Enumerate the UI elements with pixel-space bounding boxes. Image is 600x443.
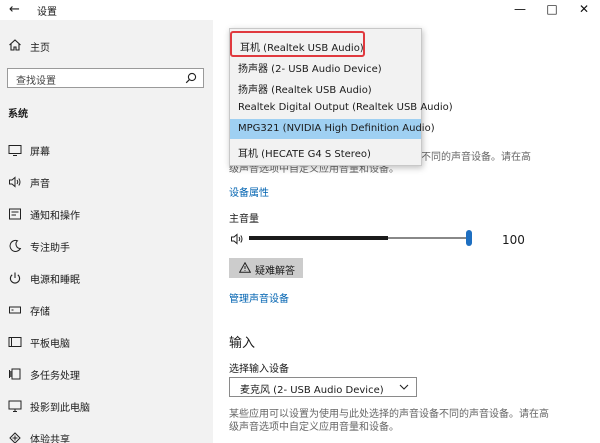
chevron-down-icon xyxy=(399,384,409,390)
slider-thumb[interactable] xyxy=(466,230,472,246)
dropdown-option-label: 耳机 (Realtek USB Audio) xyxy=(240,43,364,54)
input-description-line1: 某些应用可以设置为使用与此处选择的声音设备不同的声音设备。请在高 xyxy=(229,409,549,420)
sidebar-item-label: 专注助手 xyxy=(30,243,70,254)
dropdown-option[interactable]: 耳机 (Realtek USB Audio) xyxy=(230,31,365,57)
title-bar: ← 设置 — □ ✕ xyxy=(0,0,600,20)
minimize-button[interactable]: — xyxy=(504,0,536,20)
sidebar-item-label: 声音 xyxy=(30,179,50,190)
app-title: 设置 xyxy=(37,7,57,18)
sidebar-item-label: 屏幕 xyxy=(30,147,50,158)
dropdown-option[interactable]: 扬声器 (Realtek USB Audio) xyxy=(230,77,421,97)
display-icon xyxy=(8,145,22,156)
sidebar-item-label: 存储 xyxy=(30,307,50,318)
dropdown-option-label: 耳机 (HECATE G4 S Stereo) xyxy=(238,149,371,160)
input-heading: 输入 xyxy=(229,336,256,351)
sidebar-item-label: 主页 xyxy=(30,43,50,54)
dropdown-option[interactable]: 耳机 (HECATE G4 S Stereo) xyxy=(230,141,421,161)
sidebar-item-project[interactable]: 投影到此电脑 xyxy=(0,395,213,417)
settings-window: ← 设置 — □ ✕ 主页 查找设置 系统 屏幕 声音 通知和操作 专注助手 电… xyxy=(0,0,600,443)
input-device-select[interactable]: 麦克风 (2- USB Audio Device) xyxy=(229,377,417,397)
sidebar-item-storage[interactable]: 存储 xyxy=(0,299,213,321)
device-properties-link[interactable]: 设备属性 xyxy=(229,184,269,199)
search-placeholder: 查找设置 xyxy=(16,76,56,87)
share-icon xyxy=(9,432,21,443)
dropdown-option-highlighted[interactable]: MPG321 (NVIDIA High Definition Audio) xyxy=(230,119,435,139)
multitask-icon xyxy=(9,368,21,380)
back-button[interactable]: ← xyxy=(9,2,25,18)
sidebar-item-home[interactable]: 主页 xyxy=(0,37,213,55)
sidebar-item-label: 多任务处理 xyxy=(30,371,80,382)
input-device-label: 选择输入设备 xyxy=(229,364,289,375)
dropdown-option-label: MPG321 (NVIDIA High Definition Audio) xyxy=(238,123,435,134)
moon-icon xyxy=(9,239,22,252)
sidebar: 主页 查找设置 系统 屏幕 声音 通知和操作 专注助手 电源和睡眠 存储 平板电… xyxy=(0,20,213,443)
sidebar-item-focus-assist[interactable]: 专注助手 xyxy=(0,235,213,257)
input-device-value: 麦克风 (2- USB Audio Device) xyxy=(240,385,384,396)
master-volume-label: 主音量 xyxy=(229,214,259,225)
sidebar-item-notifications[interactable]: 通知和操作 xyxy=(0,203,213,225)
home-icon xyxy=(9,39,21,51)
close-button[interactable]: ✕ xyxy=(568,0,600,20)
output-description-line1: 不同的声音设备。请在高 xyxy=(421,152,531,163)
volume-slider[interactable] xyxy=(249,230,472,246)
sidebar-item-shared-experiences[interactable]: 体验共享 xyxy=(0,427,213,443)
sidebar-item-label: 通知和操作 xyxy=(30,211,80,222)
sidebar-item-display[interactable]: 屏幕 xyxy=(0,139,213,161)
window-controls: — □ ✕ xyxy=(504,0,600,20)
sidebar-item-label: 电源和睡眠 xyxy=(30,275,80,286)
dropdown-option[interactable]: Realtek Digital Output (Realtek USB Audi… xyxy=(230,98,453,118)
output-device-dropdown: 耳机 (Realtek USB Audio) 扬声器 (2- USB Audio… xyxy=(229,28,453,166)
sidebar-item-sound[interactable]: 声音 xyxy=(0,171,213,193)
troubleshoot-label: 疑难解答 xyxy=(255,266,295,277)
dropdown-option-label: 扬声器 (Realtek USB Audio) xyxy=(238,85,372,96)
storage-icon xyxy=(9,306,21,314)
sidebar-item-tablet[interactable]: 平板电脑 xyxy=(0,331,213,353)
warning-icon xyxy=(239,262,251,273)
sidebar-item-label: 体验共享 xyxy=(30,435,70,443)
power-icon xyxy=(9,272,21,284)
maximize-button[interactable]: □ xyxy=(536,0,568,20)
sidebar-item-power-sleep[interactable]: 电源和睡眠 xyxy=(0,267,213,289)
notification-icon xyxy=(9,208,21,220)
slider-fill xyxy=(249,236,388,240)
dropdown-option[interactable]: 扬声器 (2- USB Audio Device) xyxy=(230,56,421,76)
dropdown-option-label: 扬声器 (2- USB Audio Device) xyxy=(238,64,382,75)
volume-value: 100 xyxy=(502,233,525,247)
sidebar-item-label: 投影到此电脑 xyxy=(30,403,90,414)
section-title: 系统 xyxy=(8,109,28,120)
search-input[interactable]: 查找设置 xyxy=(7,68,204,88)
manage-sound-devices-link[interactable]: 管理声音设备 xyxy=(229,290,289,305)
input-description-line2: 级声音选项中自定义应用音量和设备。 xyxy=(229,422,399,433)
troubleshoot-button[interactable]: 疑难解答 xyxy=(229,258,303,278)
sidebar-item-label: 平板电脑 xyxy=(30,339,70,350)
volume-icon[interactable] xyxy=(230,232,246,246)
project-icon xyxy=(8,400,22,412)
sidebar-item-multitasking[interactable]: 多任务处理 xyxy=(0,363,213,385)
tablet-icon xyxy=(8,337,22,347)
speaker-icon xyxy=(9,176,21,188)
search-icon[interactable] xyxy=(185,72,197,84)
dropdown-option-label: Realtek Digital Output (Realtek USB Audi… xyxy=(238,102,453,113)
